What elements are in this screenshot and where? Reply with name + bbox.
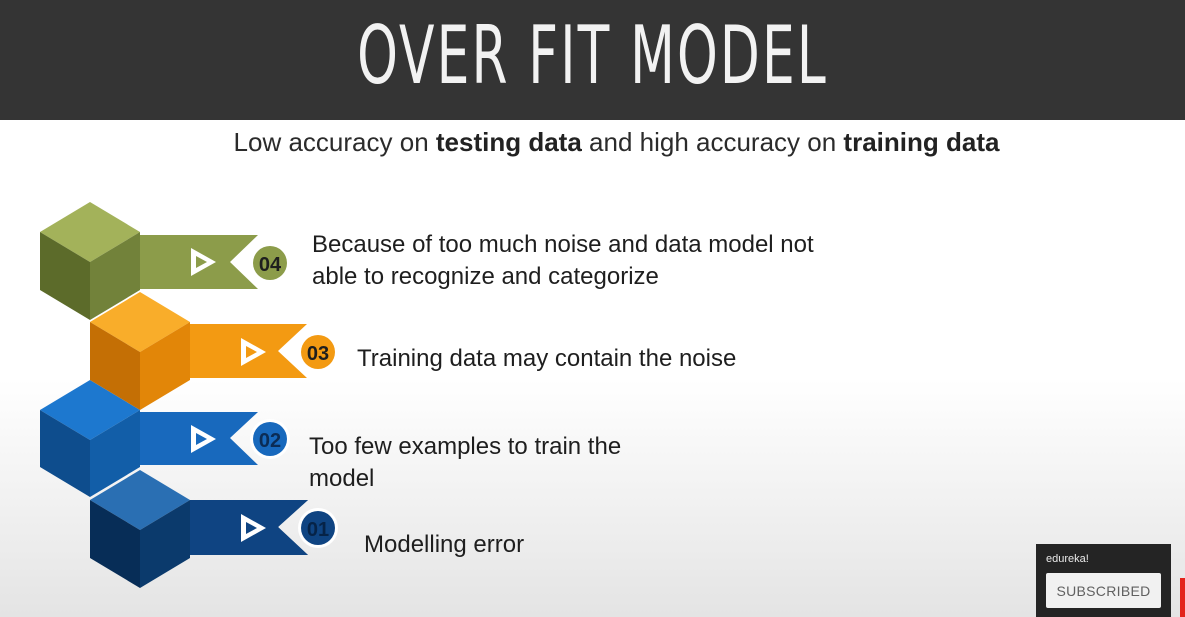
step-02-text: Too few examples to train the model [309, 431, 621, 495]
cube-01 [90, 470, 308, 588]
youtube-edge-icon [1180, 578, 1185, 617]
subtitle-text-1: Low accuracy on [233, 127, 436, 157]
step-04-line-2: able to recognize and categorize [312, 263, 659, 290]
number-badge-04: 04 [250, 243, 290, 283]
step-04-text: Because of too much noise and data model… [312, 229, 814, 293]
subscribe-overlay: edureka! SUBSCRIBED [1036, 544, 1171, 617]
subtitle-text-2: and high accuracy on [581, 127, 844, 157]
step-02-line-2: model [309, 465, 375, 492]
slide-title: OVER FIT MODEL [357, 8, 828, 102]
step-02-line-1: Too few examples to train the [309, 433, 622, 460]
channel-name: edureka! [1046, 553, 1089, 565]
step-03-text: Training data may contain the noise [357, 343, 736, 375]
svg-text:03: 03 [307, 343, 329, 365]
slide-subtitle: Low accuracy on testing data and high ac… [0, 127, 1185, 158]
svg-text:04: 04 [259, 254, 282, 276]
step-01-line-1: Modelling error [364, 531, 525, 558]
number-badge-01: 01 [298, 508, 338, 548]
step-01-text: Modelling error [364, 529, 524, 561]
number-badge-03: 03 [298, 332, 338, 372]
subtitle-bold-2: training data [843, 127, 1000, 157]
step-03-line-1: Training data may contain the noise [357, 345, 737, 372]
svg-text:02: 02 [259, 430, 281, 452]
cube-03 [90, 292, 307, 410]
subtitle-bold-1: testing data [435, 127, 582, 157]
svg-text:01: 01 [307, 519, 329, 541]
stacked-cube-graphic: 04 03 02 01 [40, 202, 338, 588]
step-04-line-1: Because of too much noise and data model… [312, 231, 814, 258]
subscribed-button[interactable]: SUBSCRIBED [1046, 573, 1161, 608]
number-badge-02: 02 [250, 419, 290, 459]
